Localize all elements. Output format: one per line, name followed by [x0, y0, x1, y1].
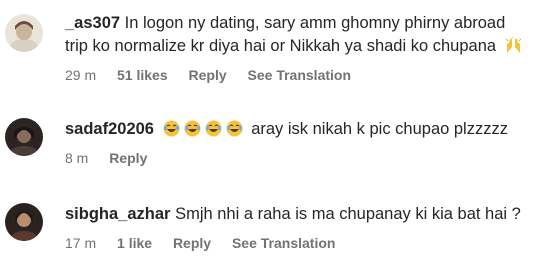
comment-text: sadaf20206 aray isk nikah k pic chupao p…	[65, 118, 551, 141]
reply-button[interactable]: Reply	[173, 235, 211, 251]
comment-text: sibgha_azhar Smjh nhi a raha is ma chupa…	[65, 203, 551, 226]
comment-text: _as307 In logon ny dating, sary amm ghom…	[65, 12, 551, 35]
see-translation-button[interactable]: See Translation	[232, 235, 335, 251]
see-translation-button[interactable]: See Translation	[248, 67, 351, 83]
comment-time: 8 m	[65, 150, 89, 166]
laughing-tears-emoji	[184, 120, 201, 137]
reply-button[interactable]: Reply	[109, 150, 147, 166]
comment-username[interactable]: sadaf20206	[65, 120, 154, 138]
avatar[interactable]	[5, 118, 43, 156]
comment-username[interactable]: _as307	[65, 14, 120, 32]
comment-text-line1: In logon ny dating, sary amm ghomny phir…	[124, 14, 506, 32]
comment-meta: 29 m 51 likes Reply See Translation	[65, 66, 551, 84]
reply-button[interactable]: Reply	[189, 67, 227, 83]
comment-text-body: aray isk nikah k pic chupao plzzzzz	[251, 120, 508, 138]
raising-hands-emoji	[505, 37, 522, 54]
comment-item: sibgha_azhar Smjh nhi a raha is ma chupa…	[0, 203, 559, 259]
avatar[interactable]	[5, 203, 43, 241]
comment-time: 17 m	[65, 235, 97, 251]
laughing-tears-emoji	[163, 120, 180, 137]
laughing-tears-emoji	[205, 120, 222, 137]
comment-meta: 8 m Reply	[65, 149, 551, 167]
comment-item: sadaf20206 aray isk nikah k pic chupao p…	[0, 118, 559, 170]
laughing-tears-emoji	[226, 120, 243, 137]
likes-count[interactable]: 51 likes	[117, 67, 168, 83]
comment-text-continued: trip ko normalize kr diya hai or Nikkah …	[65, 35, 551, 58]
comment-time: 29 m	[65, 67, 97, 83]
avatar[interactable]	[5, 14, 43, 52]
comment-meta: 17 m 1 like Reply See Translation	[65, 234, 551, 252]
likes-count[interactable]: 1 like	[117, 235, 152, 251]
comment-item: _as307 In logon ny dating, sary amm ghom…	[0, 12, 559, 92]
comment-text-line2: trip ko normalize kr diya hai or Nikkah …	[65, 37, 497, 55]
comment-text-body: Smjh nhi a raha is ma chupanay ki kia ba…	[175, 205, 521, 223]
comment-username[interactable]: sibgha_azhar	[65, 205, 170, 223]
